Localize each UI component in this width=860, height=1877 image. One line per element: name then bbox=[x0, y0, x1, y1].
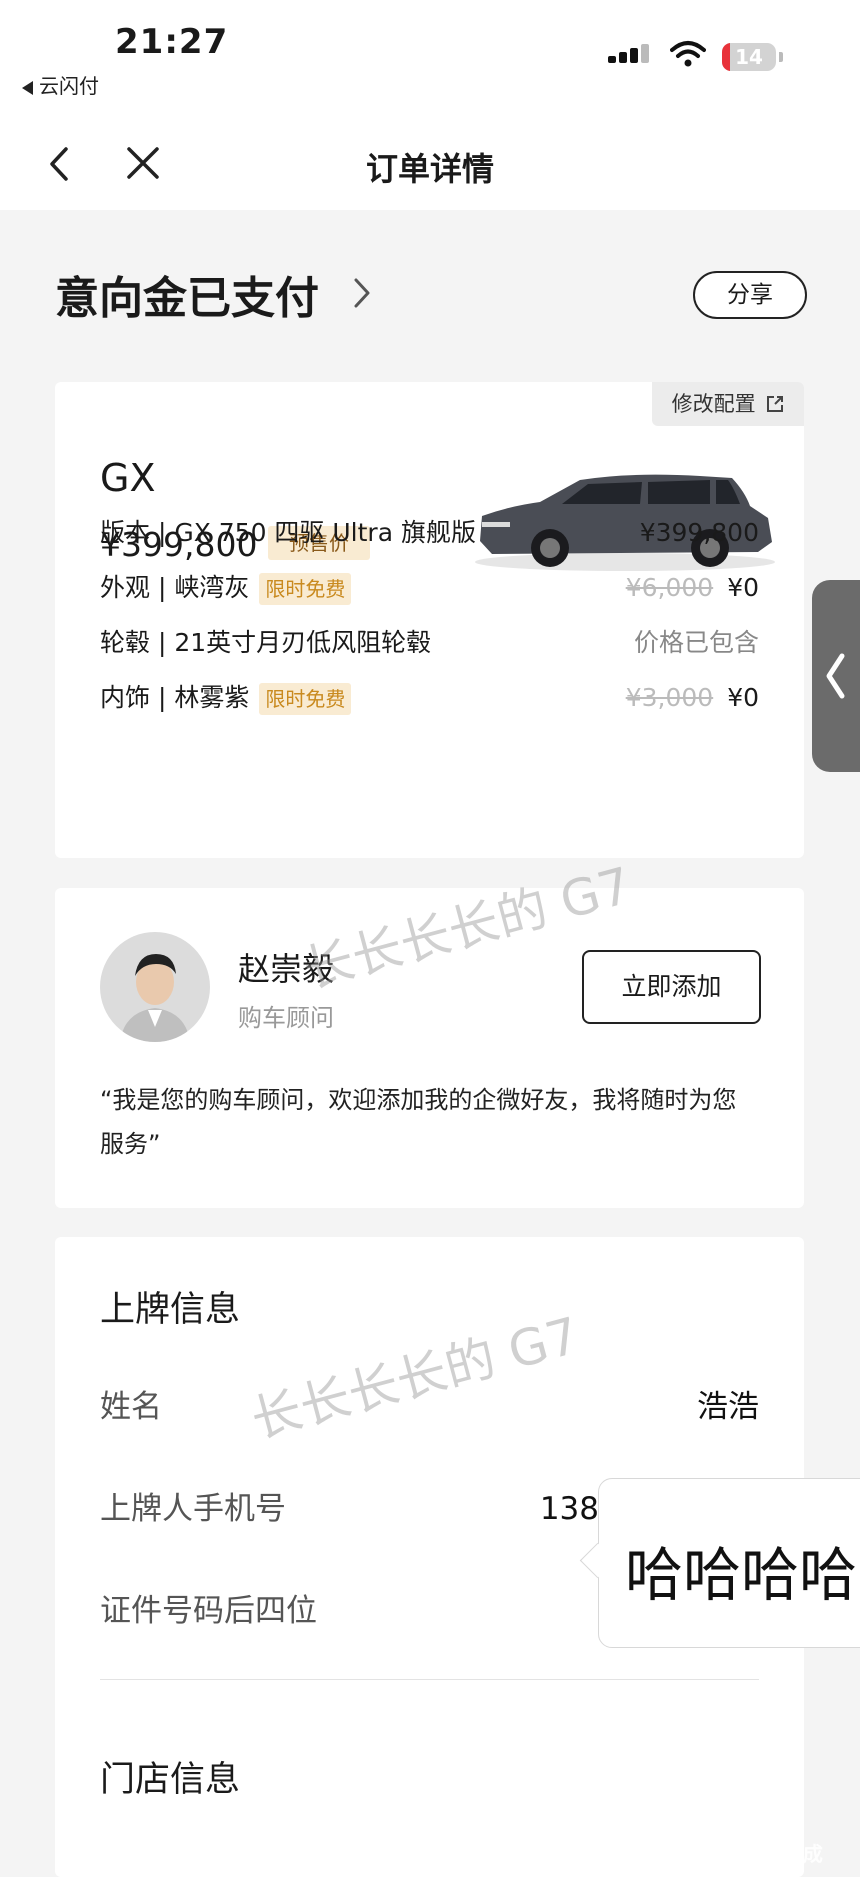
order-status[interactable]: 意向金已支付 bbox=[55, 262, 319, 326]
chevron-right-icon[interactable] bbox=[352, 276, 372, 310]
modify-config-button[interactable]: 修改配置 bbox=[652, 382, 804, 426]
config-row: 轮毂 | 21英寸月刃低风阻轮毂 价格已包含 bbox=[100, 625, 759, 661]
config-label: 轮毂 | 21英寸月刃低风阻轮毂 bbox=[100, 628, 432, 657]
status-bar: 21:27 云闪付 14 bbox=[0, 0, 860, 120]
status-time: 21:27 bbox=[115, 22, 229, 62]
add-advisor-button[interactable]: 立即添加 bbox=[582, 950, 761, 1024]
page-title: 订单详情 bbox=[365, 150, 494, 188]
modify-config-label: 修改配置 bbox=[671, 392, 756, 416]
wifi-icon bbox=[670, 41, 706, 67]
config-row: 外观 | 峡湾灰 限时免费 ¥6,000 ¥0 bbox=[100, 570, 759, 606]
free-badge: 限时免费 bbox=[259, 573, 352, 605]
config-value: ¥399,800 bbox=[639, 518, 759, 547]
divider bbox=[100, 1679, 759, 1680]
info-label: 上牌人手机号 bbox=[100, 1491, 286, 1527]
info-label: 姓名 bbox=[100, 1389, 162, 1425]
info-value: 138 bbox=[539, 1491, 599, 1527]
original-price: ¥6,000 bbox=[625, 573, 714, 602]
back-app-label: 云闪付 bbox=[39, 74, 99, 98]
config-row: 内饰 | 林雾紫 限时免费 ¥3,000 ¥0 bbox=[100, 680, 759, 716]
config-label: 外观 | 峡湾灰 bbox=[100, 573, 250, 602]
side-collapse-tab[interactable] bbox=[812, 580, 860, 772]
external-edit-icon bbox=[767, 396, 784, 412]
original-price: ¥3,000 bbox=[625, 683, 714, 712]
info-label: 证件号码后四位 bbox=[100, 1593, 317, 1629]
config-label: 内饰 | 林雾紫 bbox=[100, 683, 250, 712]
speech-bubble-text: 哈哈哈哈 bbox=[625, 1541, 858, 1609]
chevron-left-icon bbox=[826, 653, 845, 699]
signal-icon bbox=[608, 44, 652, 63]
avatar bbox=[100, 932, 210, 1042]
config-value: ¥0 bbox=[727, 683, 759, 712]
battery-level: 14 bbox=[735, 45, 763, 69]
car-model: GX bbox=[100, 456, 156, 500]
registration-title: 上牌信息 bbox=[100, 1290, 241, 1330]
config-row: 版本 | GX 750 四驱 Ultra 旗舰版 ¥399,800 bbox=[100, 515, 759, 551]
info-value: 浩浩 bbox=[697, 1389, 759, 1425]
battery-icon: 14 bbox=[722, 43, 776, 71]
back-triangle-icon bbox=[22, 80, 33, 95]
share-button[interactable]: 分享 bbox=[693, 271, 807, 319]
free-badge: 限时免费 bbox=[259, 683, 352, 715]
battery-tip bbox=[779, 52, 783, 62]
config-label: 版本 | GX 750 四驱 Ultra 旗舰版 bbox=[100, 518, 476, 547]
config-value: 价格已包含 bbox=[633, 628, 759, 657]
advisor-quote: “我是您的购车顾问，欢迎添加我的企微好友，我将随时为您服务” bbox=[100, 1086, 737, 1158]
advisor-role: 购车顾问 bbox=[238, 1004, 334, 1032]
car-config-card: 修改配置 GX ¥399,800 预售价 版本 | GX 750 四驱 Ultr… bbox=[55, 382, 804, 858]
store-title: 门店信息 bbox=[100, 1760, 241, 1800]
config-value: ¥0 bbox=[727, 573, 759, 602]
back-to-app-link[interactable]: 云闪付 bbox=[22, 70, 99, 99]
